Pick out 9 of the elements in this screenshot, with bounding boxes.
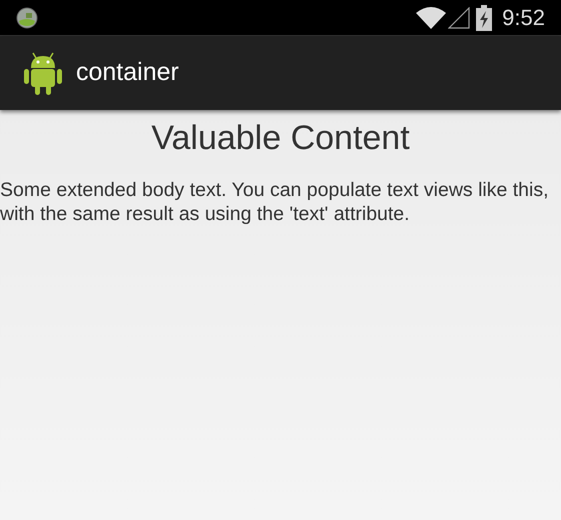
content-heading: Valuable Content (150, 118, 411, 159)
clock-time: 9:52 (502, 4, 545, 32)
signal-icon (448, 6, 470, 28)
body-text: Some extended body text. You can populate text views like this, with the same result as using the 'text' attribute. (0, 178, 550, 226)
notification-icon (16, 6, 38, 28)
app-title: container (76, 57, 179, 88)
android-robot-icon[interactable] (22, 50, 64, 96)
battery-charging-icon (476, 4, 492, 30)
wifi-icon (416, 6, 446, 28)
